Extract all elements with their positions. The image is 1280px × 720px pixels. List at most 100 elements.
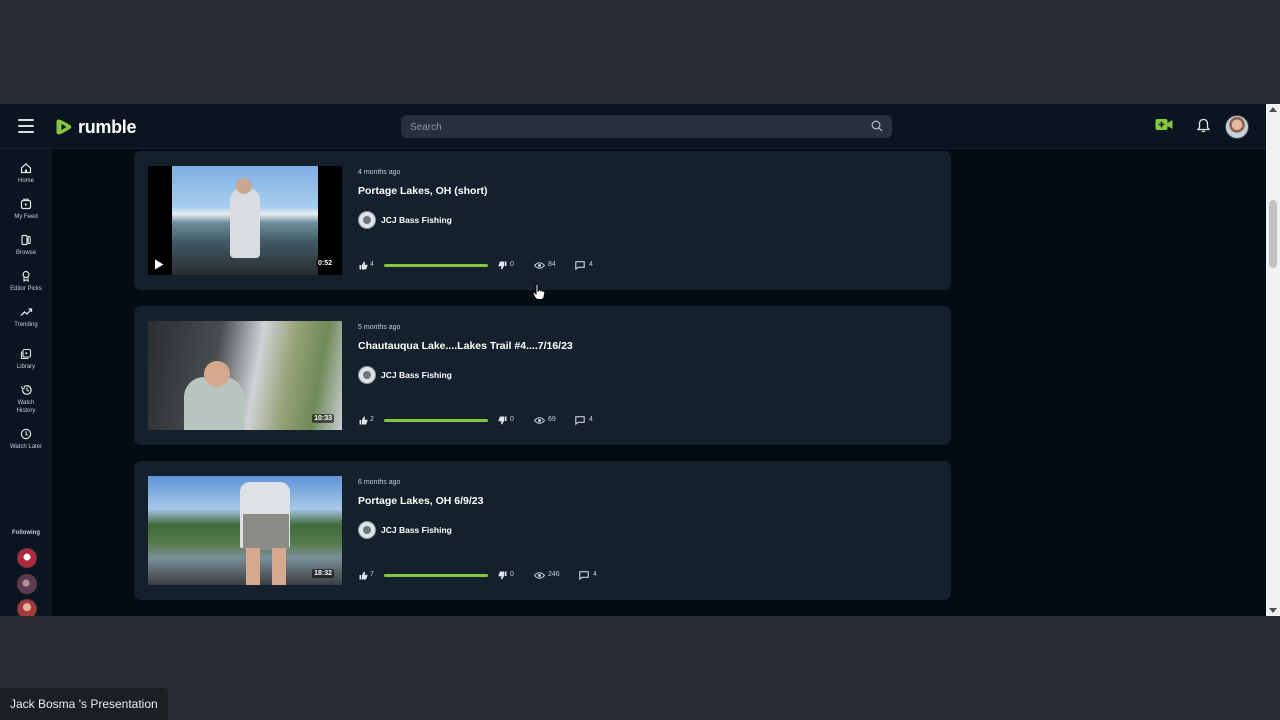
sidebar-item-label: Watch Later [9, 444, 43, 450]
view-count: 246 [548, 571, 560, 578]
dislike-count: 0 [510, 571, 514, 578]
search-input[interactable] [401, 115, 852, 140]
history-icon [20, 385, 32, 395]
following-heading: Following [12, 530, 40, 536]
sidebar-item-watch-later[interactable]: Watch Later [0, 428, 52, 451]
scroll-up-arrow-icon[interactable] [1269, 107, 1277, 112]
sidebar-item-label: Editor Picks [10, 286, 42, 292]
comments-icon[interactable] [575, 261, 585, 270]
presenter-name: Jack Bosma 's Presentation [10, 697, 158, 711]
comments-icon[interactable] [575, 416, 585, 425]
views-eye-icon [534, 262, 545, 269]
thumbnail-image [172, 166, 318, 275]
play-icon[interactable] [154, 259, 164, 270]
sidebar-item-trending[interactable]: Trending [0, 306, 52, 329]
channel-avatar [358, 521, 376, 539]
comments-icon[interactable] [579, 571, 589, 580]
like-ratio-bar [384, 574, 488, 577]
views-eye-icon [534, 572, 545, 579]
award-icon [22, 270, 30, 282]
upload-age: 6 months ago [358, 479, 401, 486]
comment-count: 4 [589, 261, 593, 268]
sidebar-item-my-feed[interactable]: My Feed [0, 198, 52, 221]
angler-leg [272, 548, 286, 585]
browse-icon [21, 234, 31, 246]
angler-figure [230, 188, 260, 258]
video-card[interactable]: 10:33 5 months ago Chautauqua Lake....La… [134, 306, 951, 445]
upload-age: 4 months ago [358, 169, 401, 176]
sidebar-item-watch-history[interactable]: Watch History [0, 384, 52, 415]
channel-link[interactable]: JCJ Bass Fishing [358, 211, 452, 229]
following-channel-avatar[interactable] [17, 599, 37, 616]
channel-name: JCJ Bass Fishing [381, 370, 452, 380]
feed-icon [20, 198, 32, 210]
channel-avatar [358, 211, 376, 229]
sidebar-item-library[interactable]: Library [0, 348, 52, 371]
presenter-label: Jack Bosma 's Presentation [0, 688, 168, 720]
sidebar-item-label: Watch History [16, 400, 36, 414]
sidebar-item-label: My Feed [14, 214, 38, 220]
thumbs-down-icon[interactable] [498, 261, 507, 270]
video-thumbnail[interactable]: 10:33 [148, 321, 342, 430]
channel-link[interactable]: JCJ Bass Fishing [358, 366, 452, 384]
sidebar-item-browse[interactable]: Browse [0, 234, 52, 257]
video-card[interactable]: 0:52 4 months ago Portage Lakes, OH (sho… [134, 151, 951, 290]
sidebar-item-label: Library [16, 364, 36, 370]
channel-name: JCJ Bass Fishing [381, 215, 452, 225]
sidebar-item-home[interactable]: Home [0, 162, 52, 185]
notifications-bell-icon[interactable] [1197, 118, 1210, 133]
search-icon[interactable] [871, 120, 883, 132]
clock-icon [20, 428, 32, 440]
views-eye-icon [534, 417, 545, 424]
sidebar: Home My Feed Browse Editor Picks Trendin… [0, 149, 52, 616]
search-bar [401, 115, 892, 140]
thumbs-down-icon[interactable] [498, 571, 507, 580]
like-count: 4 [370, 261, 374, 268]
thumbs-up-icon[interactable] [359, 571, 368, 580]
thumbs-up-icon[interactable] [359, 416, 368, 425]
scroll-down-arrow-icon[interactable] [1269, 608, 1277, 613]
home-icon [20, 162, 32, 174]
hand-cursor-icon [532, 283, 546, 300]
like-count: 2 [370, 416, 374, 423]
menu-icon[interactable] [18, 119, 34, 133]
video-thumbnail[interactable]: 0:52 [148, 166, 342, 275]
thumbs-up-icon[interactable] [359, 261, 368, 270]
scroll-thumb[interactable] [1269, 200, 1277, 268]
following-channel-avatar[interactable] [17, 548, 37, 568]
like-ratio-bar [384, 264, 488, 267]
angler-shorts [243, 514, 289, 550]
angler-head [236, 178, 252, 194]
video-title[interactable]: Chautauqua Lake....Lakes Trail #4....7/1… [358, 340, 573, 352]
trending-icon [20, 308, 32, 316]
rumble-logo[interactable]: rumble [54, 116, 137, 138]
scrollbar[interactable] [1266, 104, 1280, 616]
like-count: 7 [370, 571, 374, 578]
video-card[interactable]: 18:32 6 months ago Portage Lakes, OH 6/9… [134, 461, 951, 600]
rumble-logo-icon [56, 119, 72, 135]
channel-avatar [358, 366, 376, 384]
video-thumbnail[interactable]: 18:32 [148, 476, 342, 585]
comment-count: 4 [589, 416, 593, 423]
following-channel-avatar[interactable] [17, 574, 37, 594]
dislike-count: 0 [510, 261, 514, 268]
thumbs-down-icon[interactable] [498, 416, 507, 425]
upload-age: 5 months ago [358, 324, 401, 331]
sidebar-item-label: Home [17, 178, 34, 184]
library-icon [20, 348, 32, 360]
view-count: 84 [548, 261, 556, 268]
user-avatar[interactable] [1225, 115, 1249, 139]
video-title[interactable]: Portage Lakes, OH 6/9/23 [358, 495, 483, 507]
like-ratio-bar [384, 419, 488, 422]
video-duration: 0:52 [315, 259, 334, 268]
video-duration: 10:33 [312, 414, 334, 423]
upload-video-icon[interactable] [1155, 118, 1173, 131]
video-duration: 18:32 [312, 569, 334, 578]
channel-name: JCJ Bass Fishing [381, 525, 452, 535]
channel-link[interactable]: JCJ Bass Fishing [358, 521, 452, 539]
sidebar-item-label: Trending [14, 322, 38, 328]
sidebar-item-editor-picks[interactable]: Editor Picks [0, 270, 52, 293]
video-title[interactable]: Portage Lakes, OH (short) [358, 185, 488, 197]
brand-name: rumble [78, 116, 137, 137]
sidebar-item-label: Browse [15, 250, 36, 256]
